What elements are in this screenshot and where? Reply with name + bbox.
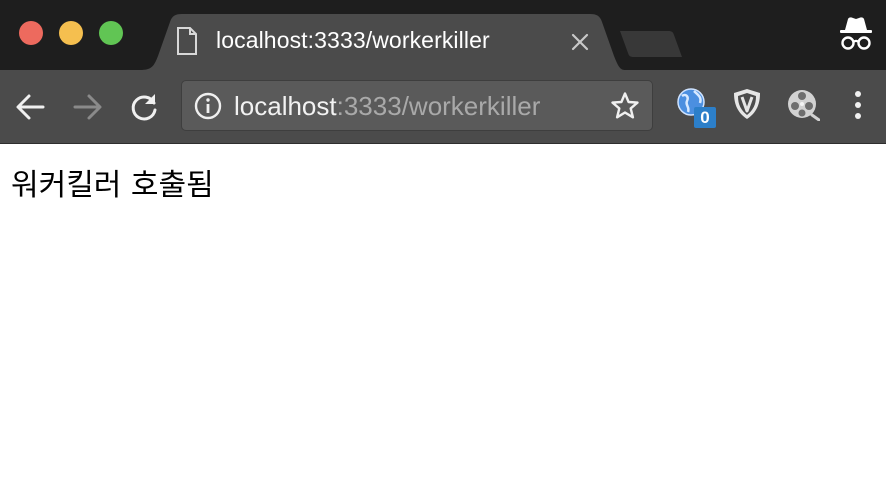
window-minimize-button[interactable]	[59, 21, 83, 45]
tab-title: localhost:3333/workerkiller	[216, 27, 490, 53]
film-reel-extension-icon[interactable]	[786, 87, 821, 126]
active-tab[interactable]: localhost:3333/workerkiller	[140, 14, 625, 70]
forward-arrow-icon[interactable]	[72, 91, 104, 123]
incognito-icon	[839, 16, 873, 57]
page-icon	[176, 27, 198, 60]
address-bar[interactable]: localhost:3333/workerkiller	[181, 80, 653, 131]
reload-icon[interactable]	[128, 91, 160, 123]
page-content: 워커킬러 호출됨	[0, 144, 886, 492]
close-icon[interactable]	[568, 30, 592, 54]
shield-extension-icon[interactable]	[731, 87, 763, 126]
page-message: 워커킬러 호출됨	[11, 168, 214, 203]
title-bar: localhost:3333/workerkiller	[0, 0, 886, 70]
bookmark-star-icon[interactable]	[610, 91, 640, 126]
url-path: :3333/workerkiller	[336, 91, 541, 121]
info-icon[interactable]	[194, 92, 222, 125]
back-arrow-icon[interactable]	[14, 91, 46, 123]
globe-extension-icon[interactable]: 0	[676, 87, 716, 128]
menu-dots-icon[interactable]	[850, 90, 866, 127]
new-tab-button[interactable]	[618, 29, 684, 64]
browser-toolbar: localhost:3333/workerkiller 0	[0, 70, 886, 144]
extension-badge: 0	[694, 107, 716, 128]
url-host: localhost	[234, 91, 337, 121]
window-close-button[interactable]	[19, 21, 43, 45]
url-text: localhost:3333/workerkiller	[234, 91, 540, 122]
window-zoom-button[interactable]	[99, 21, 123, 45]
